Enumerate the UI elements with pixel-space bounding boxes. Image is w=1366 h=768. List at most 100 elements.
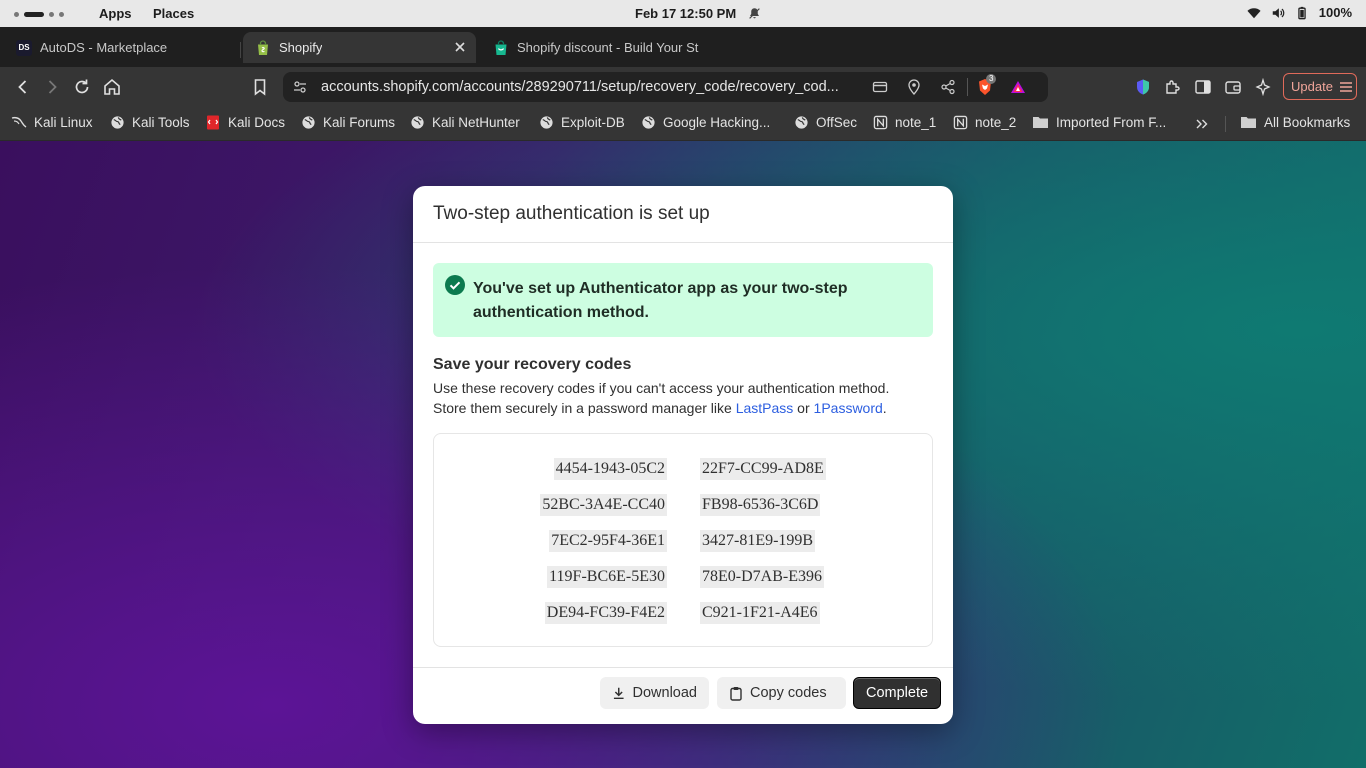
globe-icon (538, 114, 554, 130)
download-button[interactable]: Download (600, 677, 709, 709)
wifi-icon (1247, 7, 1261, 18)
bookmarks-divider (1225, 116, 1226, 132)
extensions-puzzle-icon[interactable] (1164, 78, 1182, 96)
lastpass-link[interactable]: LastPass (736, 400, 794, 416)
home-icon[interactable] (102, 77, 122, 97)
dialog-title: Two-step authentication is set up (433, 203, 710, 224)
notion-icon (952, 114, 968, 130)
bookmark-label: Kali Linux (34, 114, 93, 130)
bookmark-kali-linux[interactable]: Kali Linux (11, 114, 93, 130)
bookmark-label: Google Hacking... (663, 114, 771, 130)
url-text[interactable]: accounts.shopify.com/accounts/289290711/… (321, 79, 861, 95)
globe-icon (109, 114, 125, 130)
1password-link[interactable]: 1Password (814, 400, 883, 416)
recovery-code: 3427-81E9-199B (700, 530, 816, 552)
recovery-code: 78E0-D7AB-E396 (700, 566, 824, 588)
apps-menu[interactable]: Apps (99, 6, 132, 21)
bookmark-kali-tools[interactable]: Kali Tools (109, 114, 190, 130)
volume-icon (1272, 7, 1285, 18)
recovery-code: 7EC2-95F4-36E1 (549, 530, 667, 552)
browser-toolbar: accounts.shopify.com/accounts/289290711/… (0, 67, 1366, 107)
copy-codes-label: Copy codes (750, 685, 827, 701)
bookmark-label: Kali Forums (323, 114, 396, 130)
tab-title: AutoDS - Marketplace (40, 40, 168, 55)
success-message: You've set up Authenticator app as your … (473, 280, 848, 321)
complete-button[interactable]: Complete (853, 677, 941, 709)
bookmark-icon[interactable] (250, 77, 270, 97)
sidebar-toggle-icon[interactable] (1194, 78, 1212, 96)
clock[interactable]: Feb 17 12:50 PM (635, 6, 736, 21)
globe-icon (793, 114, 809, 130)
bookmark-note-2[interactable]: note_2 (952, 114, 1016, 130)
tab-shopify[interactable]: Shopify (243, 32, 476, 63)
tab-strip: DS AutoDS - Marketplace Shopify Shopify … (0, 27, 1366, 79)
vpn-shield-icon[interactable] (1134, 78, 1152, 96)
folder-icon (1032, 114, 1049, 130)
bookmark-kali-docs[interactable]: Kali Docs (205, 114, 285, 130)
close-tab-icon[interactable] (454, 41, 466, 53)
bookmark-exploit-db[interactable]: Exploit-DB (538, 114, 625, 130)
back-arrow-icon[interactable] (13, 77, 33, 97)
globe-icon (409, 114, 425, 130)
tab-title: Shopify discount - Build Your St (517, 40, 699, 55)
workspace-dot[interactable] (14, 11, 19, 17)
hamburger-menu-icon (1339, 81, 1352, 92)
all-bookmarks-folder[interactable]: All Bookmarks (1240, 114, 1350, 130)
kali-dragon-icon (11, 114, 27, 130)
bookmark-kali-nethunter[interactable]: Kali NetHunter (409, 114, 520, 130)
more-bookmarks-chevron-icon[interactable] (1194, 116, 1210, 132)
forward-arrow-icon[interactable] (42, 77, 62, 97)
copy-codes-button[interactable]: Copy codes (717, 677, 846, 709)
url-divider (967, 78, 968, 96)
bookmarks-bar: Kali Linux Kali Tools Kali Docs Kali For… (0, 107, 1366, 141)
bookmark-label: Exploit-DB (561, 114, 625, 130)
card-icon[interactable] (872, 79, 888, 95)
site-settings-icon[interactable] (292, 79, 308, 95)
bookmark-folder-imported[interactable]: Imported From F... (1032, 114, 1166, 130)
bookmark-label: Kali Docs (228, 114, 286, 130)
description-or: or (793, 400, 814, 416)
reload-icon[interactable] (72, 77, 92, 97)
recovery-code: 52BC-3A4E-CC40 (540, 494, 667, 516)
bookmark-kali-forums[interactable]: Kali Forums (300, 114, 395, 130)
shields-count-badge: 3 (986, 74, 997, 84)
brave-rewards-triangle-icon[interactable] (1010, 79, 1026, 95)
shopify-bag-icon (493, 39, 509, 56)
location-pin-icon[interactable] (906, 79, 922, 95)
tab-autods[interactable]: DS AutoDS - Marketplace (16, 32, 236, 63)
autods-favicon-icon: DS (16, 39, 32, 56)
bookmark-label: Kali Tools (132, 114, 190, 130)
folder-icon (1240, 114, 1257, 130)
workspace-dot[interactable] (59, 11, 64, 17)
wallet-icon[interactable] (1224, 78, 1242, 96)
leo-ai-sparkle-icon[interactable] (1254, 78, 1272, 96)
bookmark-google-hacking[interactable]: Google Hacking... (640, 114, 770, 130)
system-status-area[interactable]: 100% (1247, 5, 1352, 20)
bookmark-label: note_2 (975, 114, 1017, 130)
two-step-setup-dialog: Two-step authentication is set up You've… (413, 186, 953, 724)
download-label: Download (632, 685, 698, 701)
workspace-indicator[interactable] (14, 10, 64, 18)
bookmark-label: OffSec (816, 114, 858, 130)
places-menu[interactable]: Places (153, 6, 194, 21)
tab-separator (240, 42, 241, 58)
update-label: Update (1291, 79, 1333, 94)
recovery-code: 4454-1943-05C2 (553, 458, 667, 480)
workspace-dot[interactable] (49, 11, 54, 17)
battery-icon (1298, 6, 1306, 19)
brave-shields-icon[interactable]: 3 (976, 74, 997, 96)
share-icon[interactable] (940, 79, 956, 95)
globe-icon (640, 114, 656, 130)
bookmark-label: note_1 (895, 114, 937, 130)
success-banner: You've set up Authenticator app as your … (433, 263, 933, 337)
workspace-dot-active[interactable] (24, 11, 44, 17)
bookmark-label: Imported From F... (1056, 114, 1167, 130)
update-button[interactable]: Update (1283, 73, 1357, 100)
tab-shopify-discount[interactable]: Shopify discount - Build Your St (493, 32, 718, 63)
bookmark-note-1[interactable]: note_1 (872, 114, 936, 130)
description-prefix: Store them securely in a password manage… (433, 400, 736, 416)
notifications-muted-icon (749, 8, 760, 19)
globe-icon (300, 114, 316, 130)
address-bar[interactable]: accounts.shopify.com/accounts/289290711/… (283, 72, 1048, 102)
bookmark-offsec[interactable]: OffSec (793, 114, 857, 130)
